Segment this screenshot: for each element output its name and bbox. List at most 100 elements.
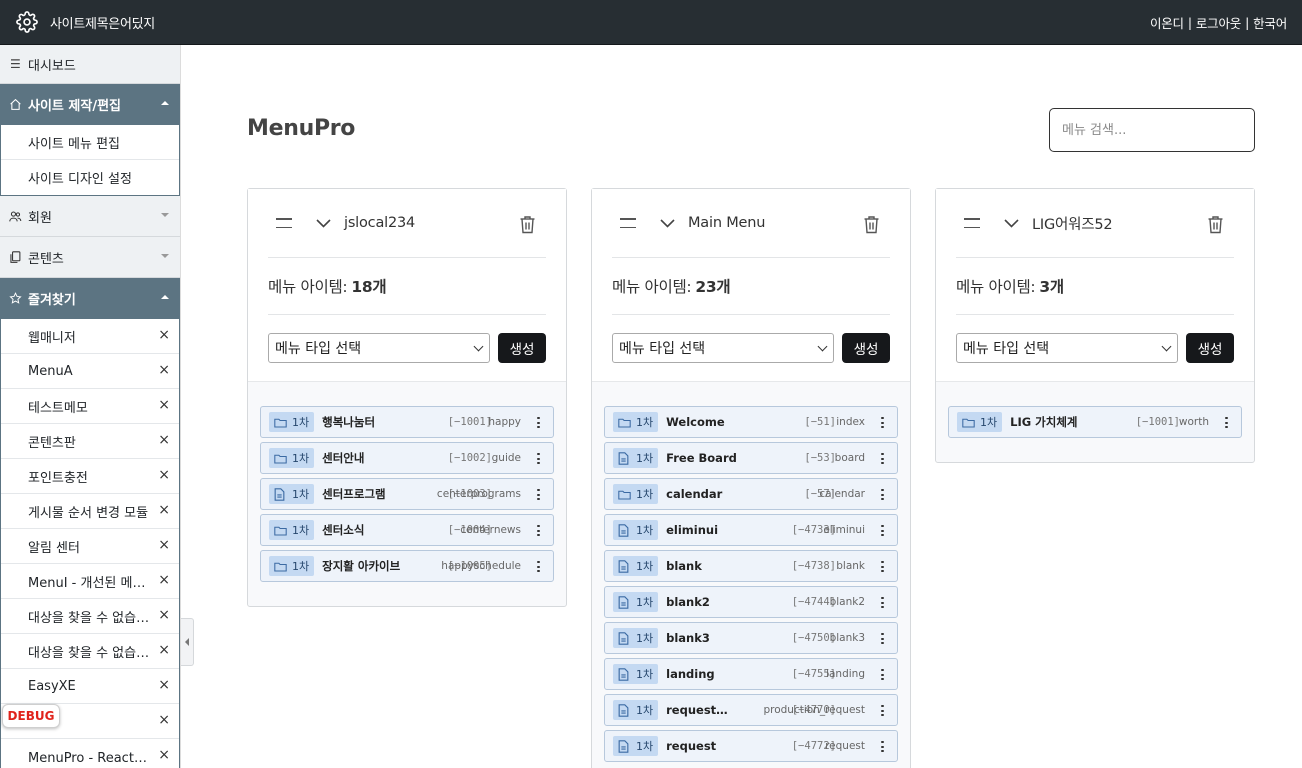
trash-icon[interactable] xyxy=(1207,215,1224,235)
create-button[interactable]: 생성 xyxy=(842,333,890,363)
menu-item[interactable]: 1차 landing [−4755] landing xyxy=(604,658,898,690)
favorite-item[interactable]: 테스트메모 × xyxy=(1,389,179,424)
menu-type-select[interactable]: 메뉴 타입 선택 xyxy=(612,333,834,363)
menu-item-slug: blank xyxy=(836,560,865,572)
menu-item-name: blank xyxy=(666,559,702,573)
gear-icon[interactable] xyxy=(15,10,39,34)
menu-item[interactable]: 1차 blank2 [−4744] blank2 xyxy=(604,586,898,618)
kebab-menu-icon[interactable] xyxy=(881,705,884,716)
menu-item-slug: guide xyxy=(491,452,521,464)
kebab-menu-icon[interactable] xyxy=(881,633,884,644)
close-icon[interactable]: × xyxy=(158,643,170,657)
kebab-menu-icon[interactable] xyxy=(881,561,884,572)
sidebar-item-design-settings[interactable]: 사이트 디자인 설정 xyxy=(1,160,179,195)
kebab-menu-icon[interactable] xyxy=(537,561,540,572)
sidebar-group-site[interactable]: 사이트 제작/편집 xyxy=(0,84,180,125)
menu-type-select[interactable]: 메뉴 타입 선택 xyxy=(268,333,490,363)
sidebar-group-favorites[interactable]: 즐겨찾기 xyxy=(0,278,180,319)
site-title[interactable]: 사이트제목은어딨지 xyxy=(50,13,155,32)
kebab-menu-icon[interactable] xyxy=(537,525,540,536)
level-badge: 1차 xyxy=(269,448,315,468)
chevron-down-icon[interactable] xyxy=(316,217,332,229)
kebab-menu-icon[interactable] xyxy=(537,489,540,500)
menu-item[interactable]: 1차 행복나눔터 [−1001] happy xyxy=(260,406,554,438)
favorite-item[interactable]: MenuA × xyxy=(1,354,179,389)
sidebar-collapse-handle[interactable] xyxy=(181,618,194,666)
sidebar-item-menu-edit[interactable]: 사이트 메뉴 편집 xyxy=(1,125,179,160)
favorite-item[interactable]: MenuI - 개선된 메뉴 관리 × xyxy=(1,564,179,599)
favorite-item[interactable]: EasyXE × xyxy=(1,669,179,704)
menu-item[interactable]: 1차 장지활 아카이브 [−1005] happyschedule xyxy=(260,550,554,582)
favorite-item[interactable]: 웹매니저 × xyxy=(1,319,179,354)
trash-icon[interactable] xyxy=(519,215,536,235)
menu-item[interactable]: 1차 LIG 가치체계 [−1001] worth xyxy=(948,406,1242,438)
folder-icon xyxy=(618,488,631,500)
close-icon[interactable]: × xyxy=(158,678,170,692)
kebab-menu-icon[interactable] xyxy=(537,417,540,428)
close-icon[interactable]: × xyxy=(158,608,170,622)
menu-item-name: 장지활 아카이브 xyxy=(322,559,401,573)
menu-item[interactable]: 1차 request… [−4770] production_request xyxy=(604,694,898,726)
menu-item[interactable]: 1차 Free Board [−53] board xyxy=(604,442,898,474)
favorite-item[interactable]: 포인트충전 × xyxy=(1,459,179,494)
level-label: 1차 xyxy=(636,452,654,465)
menu-item[interactable]: 1차 blank [−4738] blank xyxy=(604,550,898,582)
kebab-menu-icon[interactable] xyxy=(881,417,884,428)
kebab-menu-icon[interactable] xyxy=(1225,417,1228,428)
chevron-down-icon[interactable] xyxy=(1004,217,1020,229)
favorite-item[interactable]: MenuPro - React 메뉴 관리 × xyxy=(1,739,179,768)
drag-handle-icon[interactable] xyxy=(964,218,980,228)
language-link[interactable]: 한국어 xyxy=(1253,13,1287,32)
close-icon[interactable]: × xyxy=(158,468,170,482)
menu-item[interactable]: 1차 센터소식 [−1004] centernews xyxy=(260,514,554,546)
favorite-item[interactable]: 콘텐츠판 × xyxy=(1,424,179,459)
close-icon[interactable]: × xyxy=(158,433,170,447)
close-icon[interactable]: × xyxy=(158,573,170,587)
kebab-menu-icon[interactable] xyxy=(881,741,884,752)
chevron-down-icon[interactable] xyxy=(660,217,676,229)
create-button[interactable]: 생성 xyxy=(498,333,546,363)
kebab-menu-icon[interactable] xyxy=(881,669,884,680)
favorite-label: 게시물 순서 변경 모듈 xyxy=(28,505,149,521)
sidebar-group-label: 사이트 제작/편집 xyxy=(28,99,121,114)
sidebar-item-dashboard[interactable]: ☰ 대시보드 xyxy=(0,45,180,84)
menu-item[interactable]: 1차 blank3 [−4750] blank3 xyxy=(604,622,898,654)
close-icon[interactable]: × xyxy=(158,328,170,342)
sidebar-group-member[interactable]: 회원 xyxy=(0,196,180,237)
close-icon[interactable]: × xyxy=(158,363,170,377)
menu-item[interactable]: 1차 eliminui [−4733] eliminui xyxy=(604,514,898,546)
level-badge: 1차 xyxy=(613,556,659,576)
level-badge: 1차 xyxy=(613,664,659,684)
kebab-menu-icon[interactable] xyxy=(881,453,884,464)
favorite-item[interactable]: 알림 센터 × xyxy=(1,529,179,564)
debug-badge[interactable]: DEBUG xyxy=(2,704,60,728)
logout-link[interactable]: 로그아웃 xyxy=(1196,13,1241,32)
sidebar-group-content[interactable]: 콘텐츠 xyxy=(0,237,180,278)
menu-item[interactable]: 1차 request [−4772] request xyxy=(604,730,898,762)
close-icon[interactable]: × xyxy=(158,398,170,412)
drag-handle-icon[interactable] xyxy=(276,218,292,228)
document-icon xyxy=(618,631,631,645)
menu-item[interactable]: 1차 Welcome [−51] index xyxy=(604,406,898,438)
menu-type-select[interactable]: 메뉴 타입 선택 xyxy=(956,333,1178,363)
menu-item[interactable]: 1차 센터안내 [−1002] guide xyxy=(260,442,554,474)
create-button[interactable]: 생성 xyxy=(1186,333,1234,363)
close-icon[interactable]: × xyxy=(158,503,170,517)
favorite-item[interactable]: 대상을 찾을 수 없습니다 × xyxy=(1,634,179,669)
user-name[interactable]: 이온디 xyxy=(1150,13,1184,32)
search-input[interactable] xyxy=(1049,108,1255,152)
drag-handle-icon[interactable] xyxy=(620,218,636,228)
close-icon[interactable]: × xyxy=(158,748,170,762)
kebab-menu-icon[interactable] xyxy=(881,597,884,608)
close-icon[interactable]: × xyxy=(158,538,170,552)
favorite-item[interactable]: 대상을 찾을 수 없습니다 × xyxy=(1,599,179,634)
trash-icon[interactable] xyxy=(863,215,880,235)
favorite-item[interactable]: 게시물 순서 변경 모듈 × xyxy=(1,494,179,529)
menu-item[interactable]: 1차 calendar [−57] calendar xyxy=(604,478,898,510)
kebab-menu-icon[interactable] xyxy=(881,489,884,500)
kebab-menu-icon[interactable] xyxy=(537,453,540,464)
close-icon[interactable]: × xyxy=(158,713,170,727)
create-row: 메뉴 타입 선택 생성 xyxy=(956,315,1234,381)
kebab-menu-icon[interactable] xyxy=(881,525,884,536)
menu-item[interactable]: 1차 센터프로그램 [−1003] centerprograms xyxy=(260,478,554,510)
